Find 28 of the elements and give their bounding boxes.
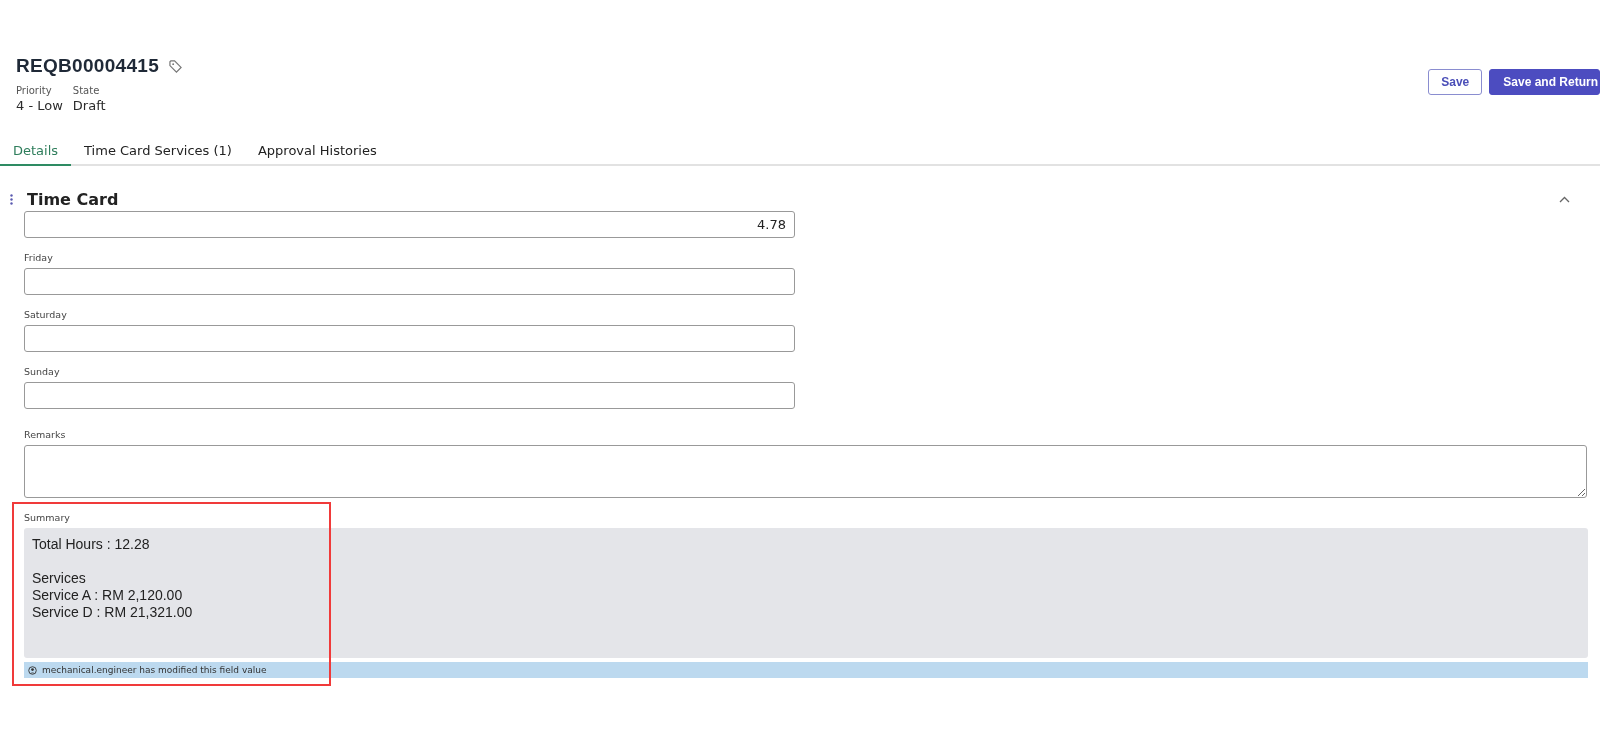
summary-text: Total Hours : 12.28 xyxy=(32,536,151,553)
meta-value: 4 - Low xyxy=(16,98,63,113)
notice-text: mechanical.engineer has modified this field value xyxy=(42,665,267,675)
summary-text: Services Service A : RM 2,120.00 Service D : RM 21,321.00 xyxy=(32,570,194,621)
drag-handle-icon[interactable] xyxy=(10,194,13,205)
input-field[interactable] xyxy=(24,382,795,409)
input-field[interactable] xyxy=(24,268,795,295)
record-title: REQB00004415 xyxy=(16,55,160,77)
meta-value: Draft xyxy=(72,98,106,113)
tag-icon[interactable] xyxy=(169,59,183,73)
input-field[interactable]: 4.78 xyxy=(24,211,795,238)
save-button[interactable]: Save xyxy=(1428,69,1483,95)
remarks-field[interactable] xyxy=(24,445,1587,498)
collapse-icon[interactable] xyxy=(1559,196,1570,203)
field-label: Friday xyxy=(24,252,53,263)
input-field[interactable] xyxy=(24,325,795,352)
meta-label: Priority xyxy=(16,85,53,96)
tab[interactable]: Details xyxy=(0,139,72,166)
section-title: Time Card xyxy=(27,190,119,209)
user-icon xyxy=(28,665,37,675)
tab[interactable]: Time Card Services (1) xyxy=(71,139,245,166)
field-label: Summary xyxy=(24,512,70,523)
field-label: Remarks xyxy=(24,429,66,440)
field-label: Saturday xyxy=(24,309,67,320)
field-label: Sunday xyxy=(24,366,60,377)
meta-label: State xyxy=(72,85,101,96)
tab[interactable]: Approval Histories xyxy=(244,139,390,166)
save-and-return-button[interactable]: Save and Return xyxy=(1489,69,1600,95)
